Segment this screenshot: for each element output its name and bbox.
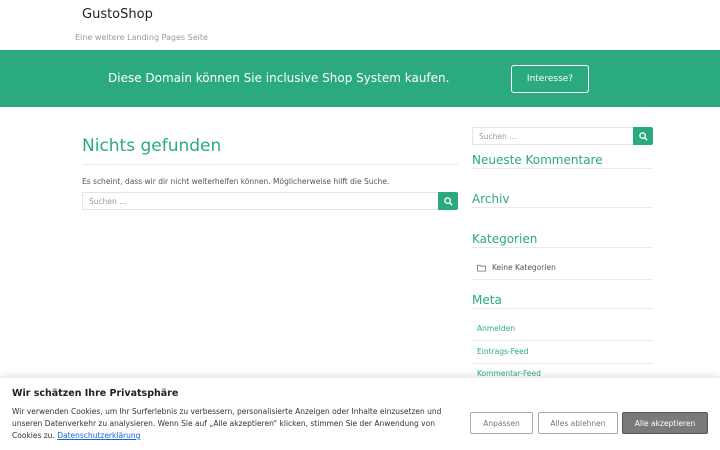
meta-link-login[interactable]: Anmelden <box>477 324 515 333</box>
search-icon <box>443 196 453 206</box>
main-search-form: Suchen … <box>82 192 458 210</box>
interest-button[interactable]: Interesse? <box>511 65 589 93</box>
privacy-policy-link[interactable]: Datenschutzerklärung <box>57 431 140 440</box>
widget-divider <box>472 207 653 208</box>
meta-link-entries-feed[interactable]: Eintrags-Feed <box>477 347 528 356</box>
widget-title-meta: Meta <box>472 293 502 307</box>
banner-text: Diese Domain können Sie inclusive Shop S… <box>108 71 450 85</box>
sidebar-search-form: Suchen … <box>472 127 653 145</box>
sidebar-search-input[interactable]: Suchen … <box>472 127 633 145</box>
category-item: Keine Kategorien <box>477 263 556 272</box>
accept-all-button[interactable]: Alle akzeptieren <box>622 412 708 434</box>
cookie-text: Wir verwenden Cookies, um Ihr Surferlebn… <box>12 406 460 442</box>
main-search-input[interactable]: Suchen … <box>82 192 438 210</box>
meta-link-comments-feed[interactable]: Kommentar-Feed <box>477 369 541 378</box>
main-search-button[interactable] <box>438 192 458 210</box>
folder-icon <box>477 264 486 272</box>
widget-divider <box>472 363 653 364</box>
cookie-title: Wir schätzen Ihre Privatsphäre <box>12 388 179 399</box>
not-found-message: Es scheint, dass wir dir nicht weiterhel… <box>82 177 390 186</box>
widget-title-recent-comments: Neueste Kommentare <box>472 153 603 167</box>
widget-divider <box>472 279 653 280</box>
widget-divider <box>472 247 653 248</box>
reject-all-button[interactable]: Alles ablehnen <box>538 412 618 434</box>
sidebar-search-button[interactable] <box>633 127 653 145</box>
widget-divider <box>472 340 653 341</box>
title-divider <box>82 164 458 165</box>
customize-button[interactable]: Anpassen <box>470 412 533 434</box>
widget-divider <box>472 168 653 169</box>
promo-banner: Diese Domain können Sie inclusive Shop S… <box>0 50 720 107</box>
cookie-consent-banner: Wir schätzen Ihre Privatsphäre Wir verwe… <box>0 378 720 450</box>
widget-divider <box>472 308 653 309</box>
widget-title-archive: Archiv <box>472 192 510 206</box>
search-icon <box>638 131 648 141</box>
page-title: Nichts gefunden <box>82 136 222 156</box>
site-tagline: Eine weitere Landing Pages Seite <box>75 33 208 42</box>
site-title[interactable]: GustoShop <box>82 7 153 22</box>
widget-title-categories: Kategorien <box>472 232 538 246</box>
no-categories-label: Keine Kategorien <box>492 263 556 272</box>
